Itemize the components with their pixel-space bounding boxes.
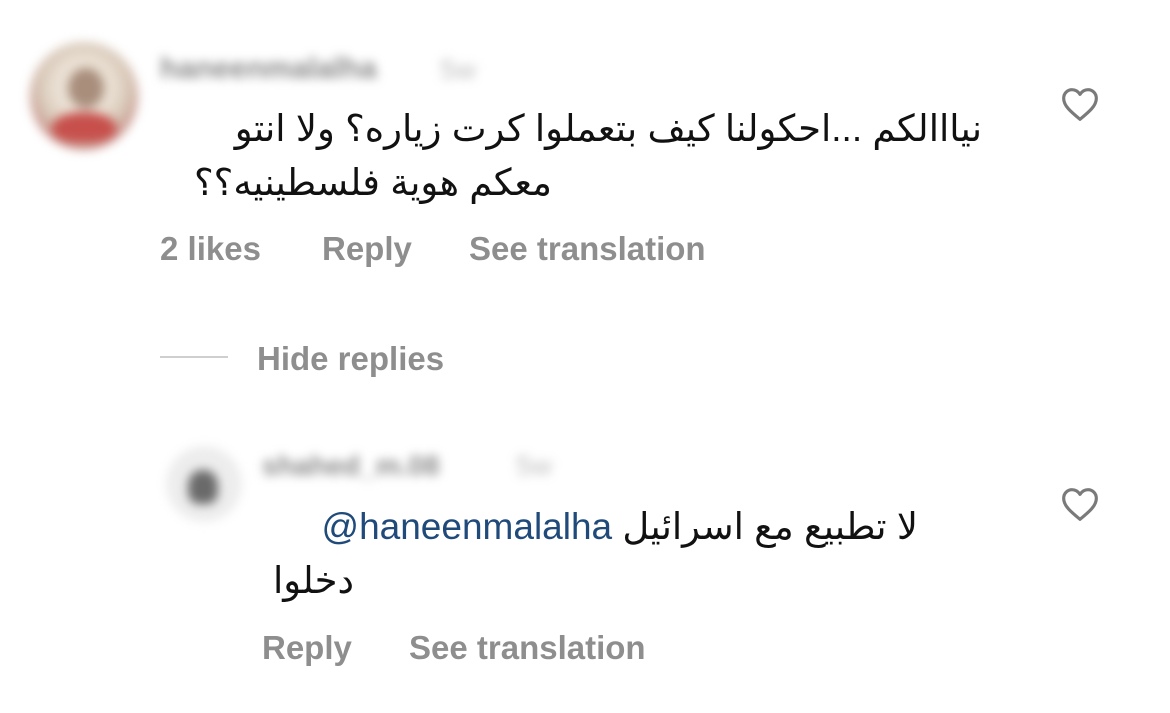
- avatar-face: [68, 68, 104, 108]
- avatar-body: [52, 112, 116, 142]
- reply-username[interactable]: shahed_m.08: [262, 450, 439, 482]
- reply-avatar[interactable]: [166, 446, 242, 522]
- avatar[interactable]: [30, 42, 138, 150]
- comment-timestamp: 5w: [440, 54, 476, 85]
- reply-text-line-2: دخلوا: [273, 560, 354, 601]
- heart-outline-icon[interactable]: [1060, 84, 1100, 124]
- hide-replies-divider: [160, 356, 228, 358]
- mention-link[interactable]: @haneenmalalha: [322, 506, 613, 547]
- reply-button[interactable]: Reply: [322, 230, 412, 268]
- reply-heart-outline-icon[interactable]: [1060, 484, 1100, 524]
- comment-text-line-2: معكم هوية فلسطينيه؟؟: [194, 162, 552, 203]
- hide-replies-button[interactable]: Hide replies: [257, 340, 444, 378]
- reply-reply-button[interactable]: Reply: [262, 629, 352, 667]
- comment-username[interactable]: haneenmalalha: [160, 52, 377, 86]
- reply-text-line-1: @haneenmalalha لا تطبيع مع اسرائيل: [262, 500, 918, 554]
- reply-avatar-figure: [188, 470, 218, 504]
- likes-count[interactable]: 2 likes: [160, 230, 261, 268]
- comment-text-line-1: نيااالكم ...احكولنا كيف بتعملوا كرت زيار…: [234, 108, 982, 149]
- reply-timestamp: 5w: [516, 450, 552, 481]
- see-translation-button[interactable]: See translation: [469, 230, 706, 268]
- reply-text: لا تطبيع مع اسرائيل: [622, 506, 918, 547]
- reply-see-translation-button[interactable]: See translation: [409, 629, 646, 667]
